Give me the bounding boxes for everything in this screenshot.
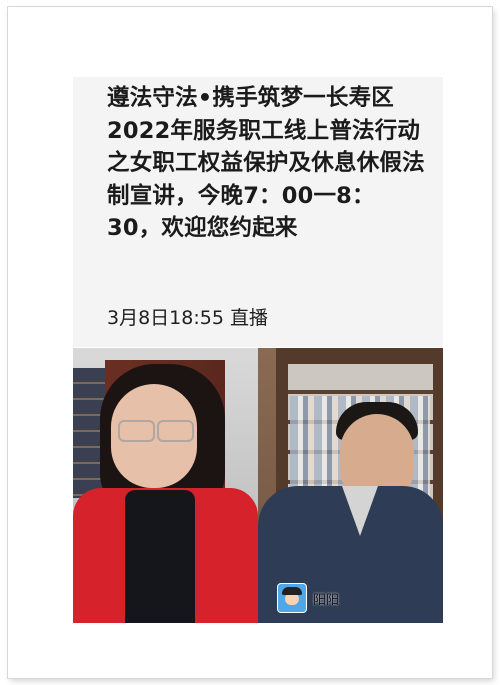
post-header: 遵法守法•携手筑梦一长寿区2022年服务职工线上普法行动之女职工权益保护及休息休… bbox=[73, 77, 443, 347]
avatar bbox=[277, 583, 307, 613]
photo-frame: 遵法守法•携手筑梦一长寿区2022年服务职工线上普法行动之女职工权益保护及休息休… bbox=[8, 7, 492, 678]
speaker-video-left[interactable] bbox=[73, 348, 258, 623]
live-time: 3月8日18:55 直播 bbox=[107, 307, 268, 329]
speaker-shirt bbox=[125, 490, 195, 623]
speaker-video-right[interactable] bbox=[258, 348, 443, 623]
glasses-icon bbox=[118, 420, 155, 442]
post-title: 遵法守法•携手筑梦一长寿区2022年服务职工线上普法行动之女职工权益保护及休息休… bbox=[107, 85, 425, 241]
post-card: 遵法守法•携手筑梦一长寿区2022年服务职工线上普法行动之女职工权益保护及休息休… bbox=[73, 77, 443, 623]
participant-name: 阳阳 bbox=[313, 592, 340, 608]
participant-badge[interactable]: 阳阳 bbox=[277, 583, 339, 613]
video-call-area[interactable]: 阳阳 bbox=[73, 348, 443, 623]
glasses-icon bbox=[157, 420, 194, 442]
